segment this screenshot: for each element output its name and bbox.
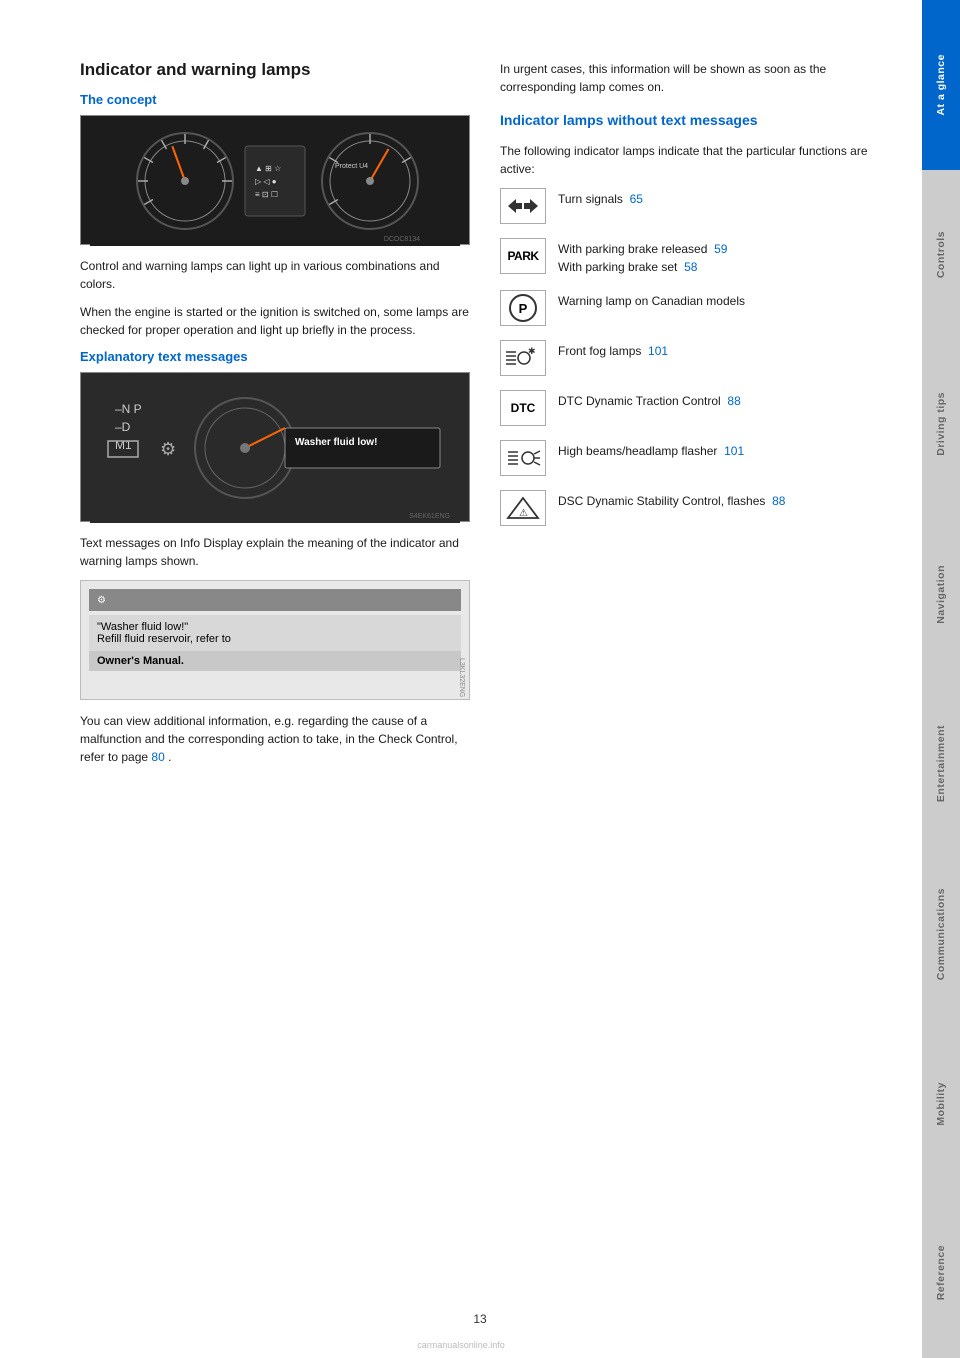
lamp-row-fog: ✱ Front fog lamps 101 bbox=[500, 340, 902, 376]
svg-text:–D: –D bbox=[115, 420, 131, 434]
page-container: Indicator and warning lamps The concept bbox=[0, 0, 960, 1358]
svg-text:✱: ✱ bbox=[528, 346, 536, 356]
dtc-text: DTC Dynamic Traction Control 88 bbox=[558, 390, 741, 410]
washer-header: ⚙ bbox=[89, 589, 461, 611]
canadian-icon-box: P bbox=[500, 290, 546, 326]
lamp-row-parking-brake: PARK With parking brake released 59 With… bbox=[500, 238, 902, 276]
canadian-warning-text: Warning lamp on Canadian models bbox=[558, 290, 745, 310]
explanatory-subtitle: Explanatory text messages bbox=[80, 349, 470, 364]
fog-lamp-icon-box: ✱ bbox=[500, 340, 546, 376]
body-text-4-main: You can view additional information, e.g… bbox=[80, 714, 458, 764]
sidebar-item-entertainment[interactable]: Entertainment bbox=[922, 679, 960, 849]
highbeam-ref[interactable]: 101 bbox=[724, 444, 744, 458]
sidebar-label-reference: Reference bbox=[935, 1245, 947, 1300]
sidebar-label-at-a-glance: At a glance bbox=[935, 54, 947, 116]
lamp-row-dsc: ⚠ DSC Dynamic Stability Control, flashes… bbox=[500, 490, 902, 526]
lamp-row-dtc: DTC DTC Dynamic Traction Control 88 bbox=[500, 390, 902, 426]
sidebar-item-reference[interactable]: Reference bbox=[922, 1188, 960, 1358]
check-control-link[interactable]: 80 bbox=[151, 750, 164, 764]
sidebar-item-at-a-glance[interactable]: At a glance bbox=[922, 0, 960, 170]
svg-text:⚙: ⚙ bbox=[160, 439, 176, 459]
sidebar: At a glance Controls Driving tips Naviga… bbox=[922, 0, 960, 1358]
right-column: In urgent cases, this information will b… bbox=[500, 60, 902, 1318]
turn-signals-text: Turn signals 65 bbox=[558, 188, 643, 208]
turn-signal-icon-box bbox=[500, 188, 546, 224]
lamp-row-canadian: P Warning lamp on Canadian models bbox=[500, 290, 902, 326]
intro-text: In urgent cases, this information will b… bbox=[500, 60, 902, 96]
dtc-icon-box: DTC bbox=[500, 390, 546, 426]
dsc-icon-box: ⚠ bbox=[500, 490, 546, 526]
sidebar-label-controls: Controls bbox=[935, 231, 947, 278]
sidebar-item-controls[interactable]: Controls bbox=[922, 170, 960, 340]
body-text-3: Text messages on Info Display explain th… bbox=[80, 534, 470, 570]
washer-content: "Washer fluid low!" Refill fluid reservo… bbox=[89, 615, 461, 651]
highbeam-text: High beams/headlamp flasher 101 bbox=[558, 440, 744, 460]
highbeam-icon-box bbox=[500, 440, 546, 476]
left-column: Indicator and warning lamps The concept bbox=[80, 60, 470, 1318]
lamp-row-highbeam: High beams/headlamp flasher 101 bbox=[500, 440, 902, 476]
page-title: Indicator and warning lamps bbox=[80, 60, 470, 80]
indicator-lamps-title: Indicator lamps without text messages bbox=[500, 112, 902, 132]
washer-line1: "Washer fluid low!" bbox=[97, 621, 188, 633]
fog-lamp-ref[interactable]: 101 bbox=[648, 344, 668, 358]
sidebar-label-mobility: Mobility bbox=[935, 1082, 947, 1126]
img-credit-2: L3KL32ENG bbox=[458, 658, 465, 697]
bottom-watermark: carmanualsonline.info bbox=[0, 1340, 922, 1350]
owners-manual-text: Owner's Manual. bbox=[89, 651, 461, 671]
fog-lamp-text: Front fog lamps 101 bbox=[558, 340, 668, 360]
dtc-label: DTC bbox=[511, 401, 536, 415]
svg-text:M1: M1 bbox=[115, 438, 132, 452]
parking-brake-set-ref[interactable]: 58 bbox=[684, 260, 697, 274]
concept-subtitle: The concept bbox=[80, 92, 470, 107]
main-content: Indicator and warning lamps The concept bbox=[0, 0, 922, 1358]
park-label: PARK bbox=[507, 249, 538, 263]
dsc-text: DSC Dynamic Stability Control, flashes 8… bbox=[558, 490, 785, 510]
washer-line2: Refill fluid reservoir, refer to bbox=[97, 633, 231, 645]
svg-text:DCOC8134: DCOC8134 bbox=[384, 236, 420, 243]
svg-text:▲ ⊞ ☆: ▲ ⊞ ☆ bbox=[255, 164, 281, 173]
park-icon-box: PARK bbox=[500, 238, 546, 274]
body-text-2: When the engine is started or the igniti… bbox=[80, 303, 470, 339]
washer-fluid-box: ⚙ "Washer fluid low!" Refill fluid reser… bbox=[80, 580, 470, 700]
lamp-row-turn-signals: Turn signals 65 bbox=[500, 188, 902, 224]
svg-text:≡ ⊡ ☐: ≡ ⊡ ☐ bbox=[255, 190, 278, 199]
body-text-4-period: . bbox=[168, 750, 171, 764]
dsc-ref[interactable]: 88 bbox=[772, 494, 785, 508]
sidebar-item-driving-tips[interactable]: Driving tips bbox=[922, 340, 960, 510]
dtc-ref[interactable]: 88 bbox=[727, 394, 740, 408]
info-display-image: –N P –D M1 Washer fluid low! ⚙ bbox=[80, 372, 470, 522]
page-number: 13 bbox=[473, 1312, 486, 1326]
svg-text:⚠: ⚠ bbox=[519, 508, 528, 519]
sidebar-label-entertainment: Entertainment bbox=[935, 725, 947, 802]
sidebar-item-communications[interactable]: Communications bbox=[922, 849, 960, 1019]
svg-text:S4EK61ENG: S4EK61ENG bbox=[409, 513, 450, 520]
svg-text:Protect U4: Protect U4 bbox=[335, 163, 368, 170]
svg-text:Washer fluid low!: Washer fluid low! bbox=[295, 437, 377, 448]
sidebar-item-navigation[interactable]: Navigation bbox=[922, 509, 960, 679]
canadian-p-label: P bbox=[519, 301, 528, 316]
sidebar-label-navigation: Navigation bbox=[935, 565, 947, 624]
dashboard-image: ▲ ⊞ ☆ ▷ ◁ ● ≡ ⊡ ☐ Protect U4 bbox=[80, 115, 470, 245]
canadian-circle: P bbox=[509, 294, 537, 322]
body-text-4: You can view additional information, e.g… bbox=[80, 712, 470, 766]
sidebar-label-driving-tips: Driving tips bbox=[935, 392, 947, 456]
turn-signals-ref[interactable]: 65 bbox=[630, 192, 643, 206]
parking-brake-text: With parking brake released 59 With park… bbox=[558, 238, 727, 276]
svg-text:▷ ◁ ●: ▷ ◁ ● bbox=[255, 177, 277, 186]
sidebar-label-communications: Communications bbox=[935, 888, 947, 980]
sidebar-item-mobility[interactable]: Mobility bbox=[922, 1019, 960, 1189]
svg-text:–N P: –N P bbox=[115, 402, 142, 416]
parking-brake-released-ref[interactable]: 59 bbox=[714, 242, 727, 256]
indicator-lamps-subtitle: The following indicator lamps indicate t… bbox=[500, 142, 902, 178]
body-text-1: Control and warning lamps can light up i… bbox=[80, 257, 470, 293]
